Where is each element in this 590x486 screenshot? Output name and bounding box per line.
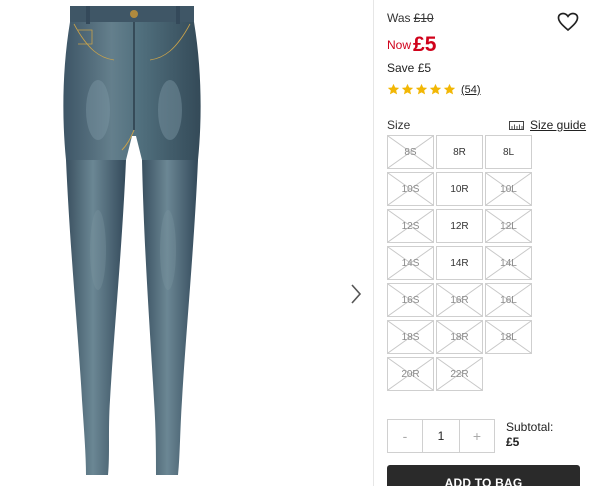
save-value: £5	[417, 61, 432, 75]
panel-divider	[373, 0, 374, 486]
size-option[interactable]: 22R	[436, 357, 483, 391]
product-image[interactable]	[0, 0, 372, 486]
now-amount: £5	[413, 33, 437, 56]
size-option-label: 10L	[500, 183, 517, 195]
size-option[interactable]: 20R	[387, 357, 434, 391]
now-label: Now	[387, 38, 412, 52]
subtotal: Subtotal: £5	[506, 420, 553, 450]
jeans-photo	[63, 6, 201, 475]
size-option[interactable]: 10L	[485, 172, 532, 206]
ruler-icon	[509, 120, 524, 130]
size-option[interactable]: 10R	[436, 172, 483, 206]
size-option[interactable]: 16R	[436, 283, 483, 317]
rating: (54)	[387, 83, 481, 96]
size-option-label: 12L	[500, 220, 517, 232]
size-option[interactable]: 14R	[436, 246, 483, 280]
size-option[interactable]: 8R	[436, 135, 483, 169]
size-option-label: 10S	[401, 183, 420, 195]
star-icon	[415, 83, 428, 95]
size-option-label: 14L	[500, 257, 517, 269]
star-icon	[429, 83, 442, 95]
size-option-label: 18R	[450, 331, 469, 343]
size-option-label: 8S	[404, 146, 417, 158]
was-label: Was	[387, 11, 411, 25]
size-option-label: 14R	[450, 257, 469, 269]
star-rating	[387, 83, 457, 96]
size-option-label: 18L	[500, 331, 517, 343]
size-option[interactable]: 10S	[387, 172, 434, 206]
size-option[interactable]: 14S	[387, 246, 434, 280]
add-to-bag-button[interactable]: ADD TO BAG	[387, 465, 580, 486]
size-option[interactable]: 12R	[436, 209, 483, 243]
subtotal-amount: £5	[506, 435, 520, 449]
size-option-label: 14S	[401, 257, 420, 269]
now-price: Now£5	[387, 31, 437, 56]
size-option[interactable]: 18L	[485, 320, 532, 354]
star-icon	[387, 83, 400, 95]
size-guide-label: Size guide	[530, 118, 587, 132]
quantity-input[interactable]: 1	[422, 420, 460, 452]
size-option[interactable]: 16L	[485, 283, 532, 317]
size-option[interactable]: 18R	[436, 320, 483, 354]
size-option[interactable]: 8S	[387, 135, 434, 169]
save-label: Save	[387, 61, 415, 75]
size-option-label: 12S	[401, 220, 420, 232]
size-option[interactable]: 14L	[485, 246, 532, 280]
size-label: Size	[387, 118, 411, 132]
size-option[interactable]: 16S	[387, 283, 434, 317]
size-option-label: 22R	[450, 368, 469, 380]
star-icon	[443, 83, 456, 95]
size-option-label: 8L	[502, 146, 515, 158]
star-icon	[401, 83, 414, 95]
size-option[interactable]: 8L	[485, 135, 532, 169]
size-guide-link[interactable]: Size guide	[509, 118, 586, 132]
size-option-label: 16S	[401, 294, 420, 306]
save-amount: Save £5	[387, 61, 431, 75]
size-option[interactable]: 18S	[387, 320, 434, 354]
size-option-label: 20R	[401, 368, 420, 380]
size-option-label: 8R	[453, 146, 466, 158]
quantity-stepper: - 1 +	[387, 419, 495, 453]
subtotal-label: Subtotal:	[506, 420, 554, 434]
quantity-decrease-button[interactable]: -	[388, 420, 422, 452]
was-price: Was £10	[387, 11, 434, 25]
size-option-label: 18S	[401, 331, 420, 343]
size-option-label: 16L	[500, 294, 517, 306]
was-amount: £10	[413, 11, 434, 25]
size-option[interactable]: 12L	[485, 209, 532, 243]
heart-icon[interactable]	[557, 12, 579, 32]
quantity-increase-button[interactable]: +	[460, 420, 494, 452]
size-option-label: 12R	[450, 220, 469, 232]
size-option-label: 10R	[450, 183, 469, 195]
size-option-label: 16R	[450, 294, 469, 306]
chevron-right-icon[interactable]	[346, 280, 366, 308]
review-count-link[interactable]: (54)	[461, 84, 481, 96]
size-option[interactable]: 12S	[387, 209, 434, 243]
